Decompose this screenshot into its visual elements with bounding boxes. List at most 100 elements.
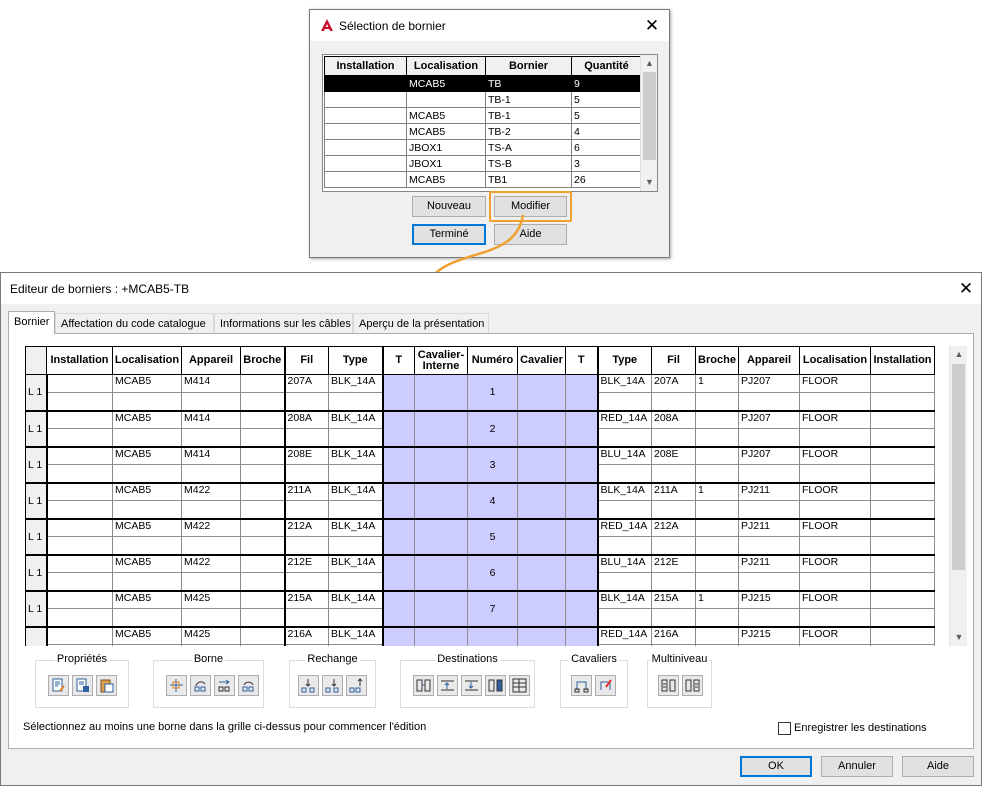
destination-right-icon[interactable] (485, 675, 506, 696)
column-header[interactable]: Cavalier (517, 346, 566, 375)
grid-cell[interactable]: FLOOR (799, 518, 871, 537)
jumper-cell[interactable] (517, 554, 566, 592)
grid-cell[interactable]: MCAB5 (112, 482, 182, 501)
table-row[interactable]: JBOX1 TS-B 3 (324, 155, 642, 172)
grid-cell[interactable] (46, 464, 113, 484)
grid-cell[interactable] (870, 482, 935, 501)
grid-cell[interactable] (799, 392, 871, 412)
grid-cell[interactable] (240, 464, 285, 484)
column-header-localisation[interactable]: Localisation (406, 56, 486, 77)
grid-cell[interactable] (596, 536, 652, 556)
grid-cell[interactable] (46, 554, 113, 573)
reverse-terminal-icon[interactable] (238, 675, 259, 696)
internal-jumper-cell[interactable] (414, 518, 468, 556)
table-cell[interactable]: MCAB5 (406, 75, 486, 92)
grid-cell[interactable] (695, 410, 739, 429)
grid-cell[interactable] (181, 608, 241, 628)
grid-cell[interactable] (738, 644, 800, 646)
grid-cell[interactable] (695, 446, 739, 465)
column-header[interactable]: T (565, 346, 598, 375)
grid-cell[interactable]: 208A (651, 410, 696, 429)
rotate-terminal-icon[interactable] (190, 675, 211, 696)
terminal-row[interactable]: L 1 MCAB5 M422 212E BLK_14A 6 BLU_14A 212E PJ211… (25, 554, 935, 592)
grid-cell[interactable] (181, 644, 241, 646)
destination-left-icon[interactable] (413, 675, 434, 696)
grid-cell[interactable]: PJ207 (738, 446, 800, 465)
terminal-number[interactable] (467, 626, 518, 646)
grid-cell[interactable] (328, 572, 383, 592)
grid-cell[interactable] (283, 392, 329, 412)
table-cell[interactable] (324, 171, 407, 188)
grid-cell[interactable] (283, 500, 329, 520)
grid-cell[interactable] (240, 626, 285, 645)
grid-cell[interactable] (240, 572, 285, 592)
grid-cell[interactable] (112, 536, 182, 556)
terminal-t-cell[interactable] (565, 518, 598, 556)
delete-spare-icon[interactable] (346, 675, 367, 696)
terminal-row[interactable]: L 1 MCAB5 M414 208E BLK_14A 3 BLU_14A 208E PJ207… (25, 446, 935, 484)
grid-cell[interactable] (46, 410, 113, 429)
close-icon[interactable]: ✕ (642, 17, 662, 34)
grid-cell[interactable] (328, 536, 383, 556)
grid-cell[interactable]: 208E (283, 446, 329, 465)
grid-cell[interactable] (799, 572, 871, 592)
grid-cell[interactable]: 1 (695, 374, 739, 393)
table-cell[interactable]: 5 (571, 107, 642, 124)
move-terminal-icon[interactable] (166, 675, 187, 696)
grid-cell[interactable] (738, 464, 800, 484)
column-header[interactable]: Fil (651, 346, 696, 375)
grid-cell[interactable] (870, 374, 935, 393)
jumper-cell[interactable] (517, 410, 566, 448)
row-header[interactable]: L 1 (25, 518, 48, 556)
terminal-number[interactable]: 3 (467, 446, 518, 484)
grid-cell[interactable] (596, 608, 652, 628)
column-header[interactable]: Type (596, 346, 652, 375)
grid-cell[interactable]: PJ207 (738, 374, 800, 393)
destination-down-icon[interactable] (461, 675, 482, 696)
grid-cell[interactable] (695, 626, 739, 645)
scroll-down-icon[interactable]: ▼ (641, 174, 657, 191)
terminal-number[interactable]: 2 (467, 410, 518, 448)
grid-cell[interactable] (240, 554, 285, 573)
grid-cell[interactable] (695, 644, 739, 646)
close-icon[interactable]: ✕ (956, 280, 976, 297)
grid-cell[interactable] (181, 464, 241, 484)
grid-cell[interactable] (695, 608, 739, 628)
table-cell[interactable]: MCAB5 (406, 171, 486, 188)
grid-cell[interactable] (181, 428, 241, 448)
grid-cell[interactable] (738, 536, 800, 556)
internal-jumper-cell[interactable] (414, 446, 468, 484)
grid-cell[interactable]: M422 (181, 554, 241, 573)
grid-cell[interactable] (240, 500, 285, 520)
column-header-installation[interactable]: Installation (324, 56, 407, 77)
table-cell[interactable] (324, 107, 407, 124)
grid-cell[interactable] (870, 428, 935, 448)
grid-cell[interactable]: BLK_14A (328, 410, 383, 429)
table-row[interactable]: JBOX1 TS-A 6 (324, 139, 642, 156)
grid-cell[interactable] (695, 392, 739, 412)
table-cell[interactable]: 9 (571, 75, 642, 92)
grid-cell[interactable] (328, 464, 383, 484)
grid-cell[interactable] (240, 536, 285, 556)
terminal-row[interactable]: L 1 MCAB5 M422 211A BLK_14A 4 BLK_14A 211A 1 PJ21… (25, 482, 935, 520)
grid-cell[interactable]: 211A (283, 482, 329, 501)
column-header[interactable] (25, 346, 47, 375)
grid-cell[interactable] (870, 464, 935, 484)
grid-cell[interactable] (46, 626, 113, 645)
grid-cell[interactable] (181, 392, 241, 412)
jumper-cell[interactable] (517, 590, 566, 628)
grid-cell[interactable] (738, 572, 800, 592)
grid-cell[interactable] (799, 608, 871, 628)
terminal-t-cell[interactable] (381, 554, 415, 592)
grid-cell[interactable] (596, 464, 652, 484)
grid-cell[interactable]: BLK_14A (328, 626, 383, 645)
column-header[interactable]: Localisation (799, 346, 871, 375)
grid-cell[interactable] (240, 644, 285, 646)
terminal-t-cell[interactable] (381, 626, 415, 646)
jumper-cell[interactable] (517, 518, 566, 556)
table-row[interactable]: MCAB5 TB-2 4 (324, 123, 642, 140)
cancel-button[interactable]: Annuler (821, 756, 893, 777)
grid-cell[interactable]: PJ215 (738, 626, 800, 645)
grid-cell[interactable]: MCAB5 (112, 410, 182, 429)
row-header[interactable]: L 1 (25, 482, 48, 520)
